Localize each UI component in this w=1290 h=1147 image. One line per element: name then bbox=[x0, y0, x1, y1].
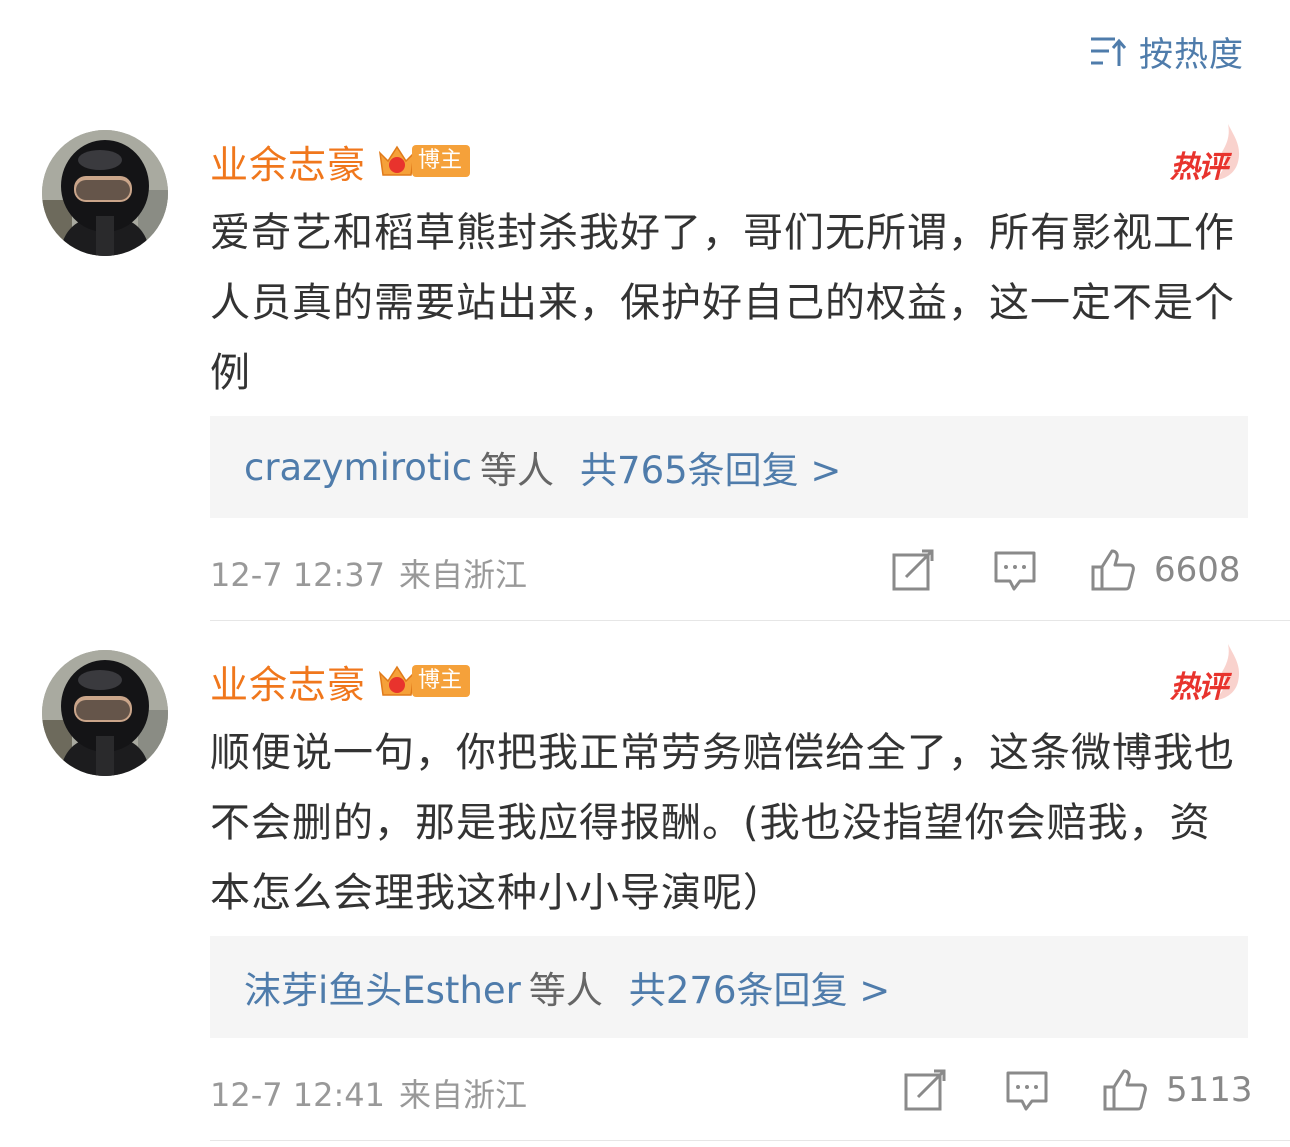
helmet-avatar-image bbox=[42, 650, 168, 776]
reply-total-link[interactable]: 共765条回复 > bbox=[580, 440, 841, 494]
repost-edit-icon bbox=[892, 549, 934, 591]
repost-button[interactable] bbox=[902, 1066, 948, 1114]
comment-header: 业余志豪 博主 bbox=[210, 134, 471, 189]
username[interactable]: 业余志豪 bbox=[210, 134, 366, 189]
sort-up-icon bbox=[1091, 37, 1127, 66]
comment-bubble-icon bbox=[994, 551, 1036, 591]
reply-others-text: 等人 bbox=[528, 969, 603, 1012]
comment-location: 来自浙江 bbox=[399, 556, 528, 594]
timestamp: 12-7 12:41 来自浙江 bbox=[210, 1070, 527, 1116]
comment-header: 业余志豪 博主 bbox=[210, 654, 471, 709]
comment-location: 来自浙江 bbox=[399, 1076, 528, 1114]
comment-footer: 12-7 12:37 来自浙江 6608 bbox=[210, 540, 1250, 600]
username[interactable]: 业余志豪 bbox=[210, 654, 366, 709]
reply-button[interactable] bbox=[1004, 1066, 1050, 1114]
sort-by-hot-button[interactable]: 按热度 bbox=[1089, 28, 1244, 75]
divider bbox=[210, 620, 1290, 621]
like-button[interactable]: 6608 bbox=[1090, 546, 1241, 594]
comment-text: 爱奇艺和稻草熊封杀我好了，哥们无所谓，所有影视工作人员真的需要站出来，保护好自己… bbox=[210, 210, 1235, 396]
reply-others-text: 等人 bbox=[480, 449, 555, 492]
thumbs-up-icon bbox=[1103, 1069, 1147, 1111]
timestamp: 12-7 12:37 来自浙江 bbox=[210, 550, 527, 596]
repost-button[interactable] bbox=[890, 546, 936, 594]
divider bbox=[210, 1140, 1290, 1141]
reply-button[interactable] bbox=[992, 546, 1038, 594]
comment-time: 12-7 12:41 bbox=[210, 1076, 386, 1114]
hot-comment-tag: 热评 bbox=[1162, 122, 1240, 185]
avatar[interactable] bbox=[42, 650, 168, 776]
hot-tag-label: 热评 bbox=[1170, 670, 1228, 705]
badge-label: 博主 bbox=[412, 665, 471, 697]
comment-text: 顺便说一句，你把我正常劳务赔偿给全了，这条微博我也不会删的，那是我应得报酬。(我… bbox=[210, 730, 1235, 916]
avatar[interactable] bbox=[42, 130, 168, 256]
like-count: 5113 bbox=[1166, 1070, 1253, 1110]
blogger-badge[interactable]: 博主 bbox=[376, 141, 471, 181]
like-count: 6608 bbox=[1154, 550, 1241, 590]
reply-user-link[interactable]: crazymirotic bbox=[244, 446, 472, 489]
comment-time: 12-7 12:37 bbox=[210, 556, 386, 594]
helmet-avatar-image bbox=[42, 130, 168, 256]
hot-comment-tag: 热评 bbox=[1162, 642, 1240, 705]
replies-preview[interactable]: 沫芽i鱼头Esther 等人 共276条回复 > bbox=[210, 936, 1248, 1038]
like-button[interactable]: 5113 bbox=[1102, 1066, 1253, 1114]
reply-user-link[interactable]: 沫芽i鱼头Esther bbox=[244, 960, 521, 1014]
hot-tag-label: 热评 bbox=[1170, 150, 1228, 185]
thumbs-up-icon bbox=[1091, 549, 1135, 591]
repost-edit-icon bbox=[904, 1069, 946, 1111]
comment-footer: 12-7 12:41 来自浙江 5113 bbox=[210, 1060, 1253, 1120]
sort-label: 按热度 bbox=[1139, 34, 1244, 75]
reply-total-link[interactable]: 共276条回复 > bbox=[629, 960, 890, 1014]
badge-label: 博主 bbox=[412, 145, 471, 177]
replies-preview[interactable]: crazymirotic 等人 共765条回复 > bbox=[210, 416, 1248, 518]
blogger-badge[interactable]: 博主 bbox=[376, 661, 471, 701]
comment-bubble-icon bbox=[1006, 1071, 1048, 1111]
